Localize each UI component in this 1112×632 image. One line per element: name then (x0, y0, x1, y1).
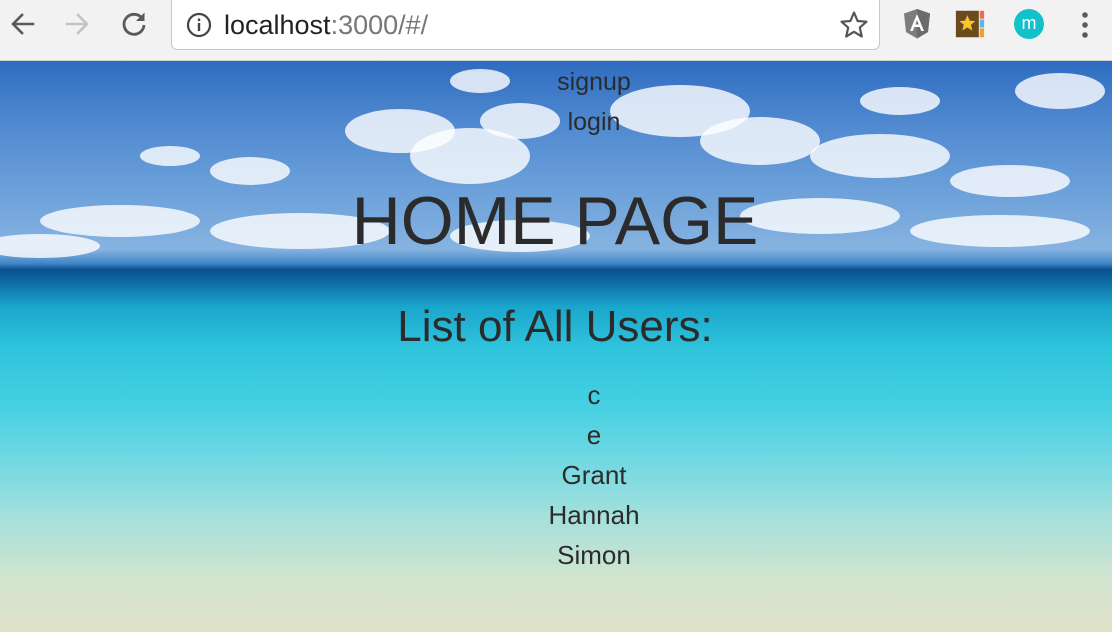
angular-icon (904, 9, 930, 39)
url-text[interactable]: localhost:3000/#/ (224, 9, 428, 41)
bookmark-extension-button[interactable] (955, 9, 985, 39)
user-list: c e Grant Hannah Simon (0, 375, 1112, 575)
browser-toolbar: localhost:3000/#/ m (0, 0, 1112, 61)
page-title: HOME PAGE (351, 183, 759, 259)
address-bar[interactable]: localhost:3000/#/ (171, 0, 880, 50)
m-extension-button[interactable]: m (1014, 9, 1044, 39)
user-list-item: Simon (557, 540, 631, 570)
arrow-right-icon (65, 13, 89, 35)
url-host: localhost (224, 10, 331, 40)
forward-button[interactable] (62, 9, 92, 39)
bookmark-star-icon (955, 10, 985, 38)
user-list-item: Hannah (548, 500, 640, 530)
more-menu-icon[interactable] (1072, 9, 1098, 41)
arrow-left-icon (11, 13, 35, 35)
reload-button[interactable] (119, 9, 149, 39)
info-icon[interactable] (186, 12, 212, 38)
angular-extension-button[interactable] (902, 9, 932, 39)
signup-link[interactable]: signup (0, 67, 1112, 97)
url-path: :3000/#/ (330, 10, 429, 40)
users-heading: List of All Users: (397, 302, 713, 351)
back-button[interactable] (8, 9, 38, 39)
bookmark-star-outline-icon[interactable] (839, 10, 869, 40)
login-link[interactable]: login (0, 107, 1112, 137)
user-list-item: Grant (561, 460, 627, 490)
m-extension-icon: m (1014, 9, 1044, 39)
reload-icon (122, 12, 146, 36)
user-list-item: e (586, 420, 602, 450)
page-viewport: signup login HOME PAGE List of All Users… (0, 61, 1112, 632)
user-list-item: c (587, 380, 601, 410)
